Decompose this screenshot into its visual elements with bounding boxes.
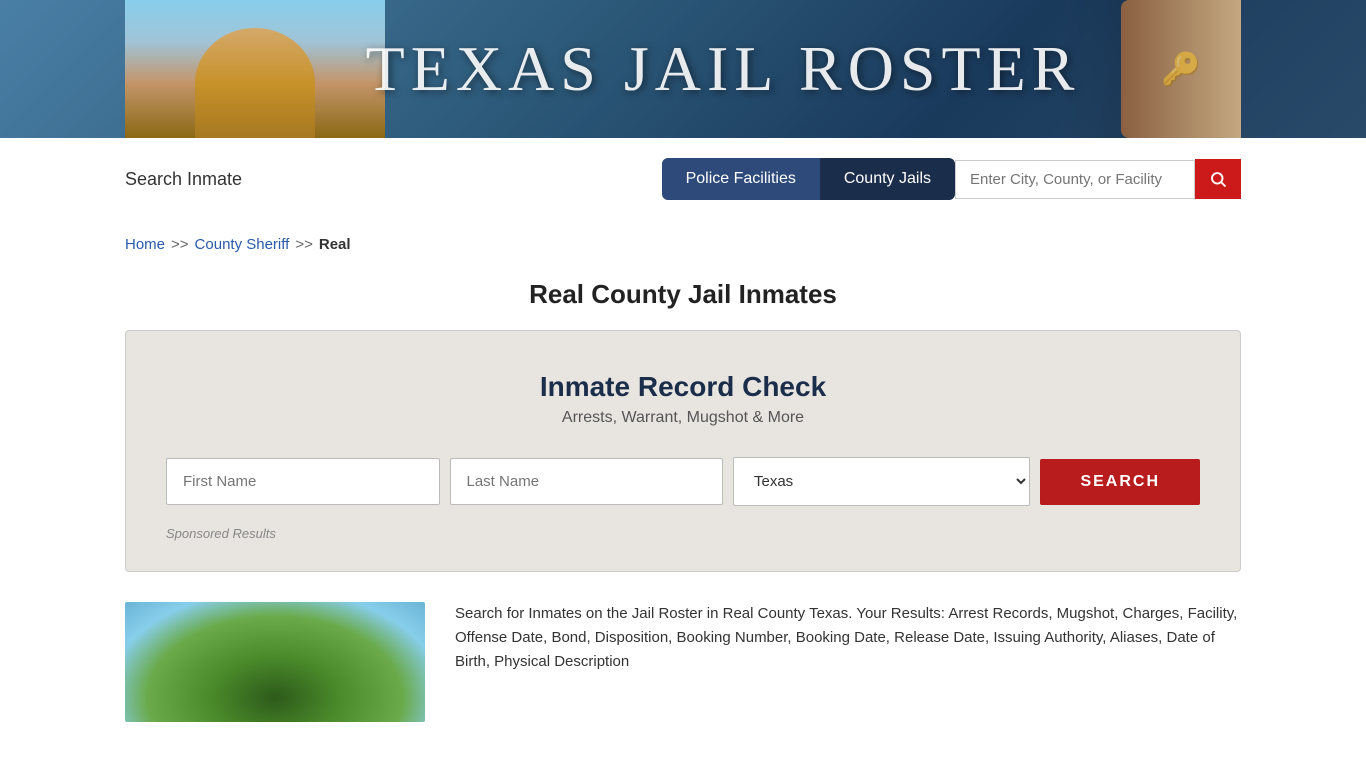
site-title: Texas Jail Roster [366, 32, 1081, 106]
page-title-section: Real County Jail Inmates [0, 269, 1366, 330]
search-inmate-label: Search Inmate [125, 169, 242, 190]
bottom-section: Search for Inmates on the Jail Roster in… [125, 592, 1241, 722]
keys-hand-image: 🔑 [1121, 0, 1241, 138]
county-image [125, 602, 425, 722]
record-check-box: Inmate Record Check Arrests, Warrant, Mu… [125, 330, 1241, 572]
bottom-description: Search for Inmates on the Jail Roster in… [455, 602, 1241, 722]
police-facilities-button[interactable]: Police Facilities [662, 158, 820, 200]
inmate-search-button[interactable]: SEARCH [1040, 459, 1200, 505]
record-check-title: Inmate Record Check [166, 371, 1200, 403]
nav-right-section: Police Facilities County Jails [662, 158, 1241, 200]
header-banner: Texas Jail Roster 🔑 [0, 0, 1366, 138]
breadcrumb: Home >> County Sheriff >> Real [0, 220, 1366, 269]
search-icon [1209, 170, 1227, 188]
search-form-row: Texas Alabama Alaska Arizona Arkansas Ca… [166, 457, 1200, 506]
header-right-image: 🔑 [1061, 0, 1241, 138]
tree-visual [125, 602, 425, 722]
breadcrumb-county-sheriff[interactable]: County Sheriff [195, 236, 290, 253]
state-select[interactable]: Texas Alabama Alaska Arizona Arkansas Ca… [733, 457, 1030, 506]
capitol-image [125, 0, 385, 138]
county-jails-button[interactable]: County Jails [820, 158, 955, 200]
sponsored-label: Sponsored Results [166, 526, 1200, 541]
last-name-input[interactable] [450, 458, 724, 505]
breadcrumb-current: Real [319, 236, 351, 253]
nav-bar: Search Inmate Police Facilities County J… [0, 138, 1366, 220]
breadcrumb-sep1: >> [171, 236, 189, 253]
record-check-subtitle: Arrests, Warrant, Mugshot & More [166, 409, 1200, 427]
breadcrumb-sep2: >> [295, 236, 313, 253]
facility-search-button[interactable] [1195, 159, 1241, 199]
page-title: Real County Jail Inmates [0, 279, 1366, 310]
facility-search-input[interactable] [955, 160, 1195, 199]
breadcrumb-home[interactable]: Home [125, 236, 165, 253]
first-name-input[interactable] [166, 458, 440, 505]
capitol-dome [195, 28, 315, 138]
